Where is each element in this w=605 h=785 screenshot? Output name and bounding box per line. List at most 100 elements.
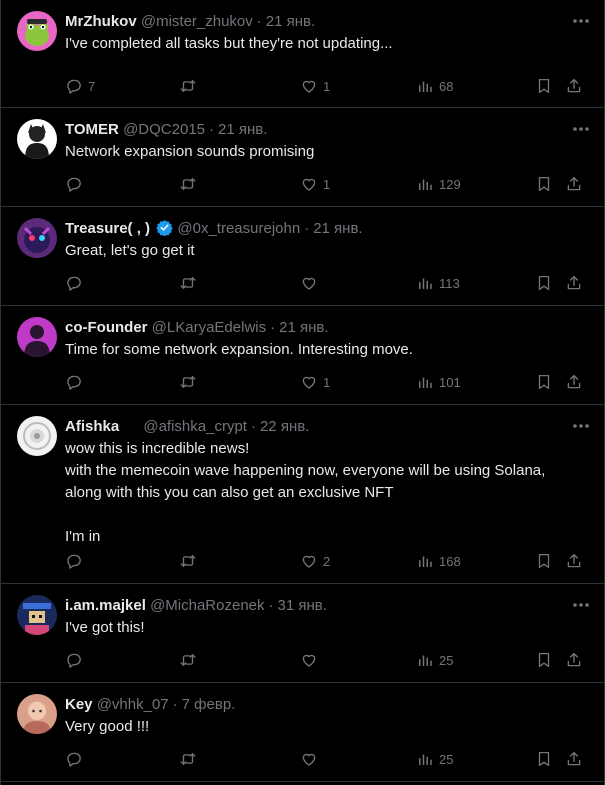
display-name[interactable]: i.am.majkel (65, 597, 146, 614)
tweet-text: Great, let's go get it (65, 242, 195, 259)
bookmark-button[interactable] (535, 172, 553, 196)
avatar[interactable] (17, 694, 57, 734)
reply-button[interactable] (65, 747, 88, 771)
avatar[interactable] (17, 119, 57, 159)
avatar[interactable] (17, 218, 57, 258)
bookmark-button[interactable] (535, 271, 553, 295)
tweet[interactable]: Afishka @afishka_crypt · 22 янв. wow this … (1, 405, 604, 584)
heart-icon (302, 753, 316, 766)
views-button[interactable]: 25 (416, 747, 453, 771)
views-button[interactable]: 168 (416, 549, 461, 573)
share-button[interactable] (565, 172, 583, 196)
tweet[interactable]: co-Founder @LKaryaEdelwis · 21 янв. Time f… (1, 306, 604, 405)
display-name[interactable]: co-Founder (65, 319, 148, 336)
like-button[interactable] (300, 648, 323, 672)
like-button[interactable]: 1 (300, 172, 330, 196)
repost-button[interactable] (179, 271, 202, 295)
user-handle[interactable]: @0x_treasurejohn (177, 220, 300, 237)
tweet[interactable]: Treasure( , ) @0x_treasurejohn · 21 янв. G… (1, 207, 604, 306)
tweet-text: Network expansion sounds promising (65, 143, 315, 160)
views-button[interactable]: 68 (416, 74, 453, 98)
timestamp[interactable]: 21 янв. (313, 220, 362, 237)
display-name[interactable]: MrZhukov (65, 13, 137, 30)
timestamp[interactable]: 21 янв. (218, 121, 267, 138)
timestamp[interactable]: 7 февр. (182, 696, 236, 713)
reply-icon (67, 554, 81, 569)
display-name[interactable]: Key (65, 696, 93, 713)
more-options-icon[interactable] (570, 417, 592, 435)
bookmark-button[interactable] (535, 648, 553, 672)
bookmark-button[interactable] (535, 370, 553, 394)
repost-button[interactable] (179, 172, 202, 196)
tweet-text: I've completed all tasks but they're not… (65, 35, 393, 52)
reply-button[interactable] (65, 172, 88, 196)
timestamp[interactable]: 22 янв. (260, 418, 309, 435)
user-handle[interactable]: @DQC2015 (123, 121, 205, 138)
like-button[interactable]: 2 (300, 549, 330, 573)
timestamp[interactable]: 21 янв. (266, 13, 315, 30)
like-button[interactable] (300, 271, 323, 295)
user-handle[interactable]: @vhhk_07 (97, 696, 169, 713)
repost-button[interactable] (179, 747, 202, 771)
heart-icon (302, 277, 316, 290)
user-handle[interactable]: @MichaRozenek (150, 597, 264, 614)
repost-button[interactable] (179, 648, 202, 672)
share-button[interactable] (565, 549, 583, 573)
bookmark-icon (538, 553, 550, 569)
views-button[interactable]: 129 (416, 172, 461, 196)
views-button[interactable]: 113 (416, 271, 460, 295)
reply-button[interactable] (65, 370, 88, 394)
bookmark-button[interactable] (535, 74, 553, 98)
pixel-art-avatar-icon (17, 595, 57, 635)
reply-button[interactable] (65, 271, 88, 295)
separator-dot: · (209, 121, 215, 138)
tweet[interactable]: i.am.majkel @MichaRozenek · 31 янв. I've g… (1, 584, 604, 683)
views-button[interactable]: 25 (416, 648, 453, 672)
user-handle[interactable]: @LKaryaEdelwis (152, 319, 266, 336)
views-chart-icon (419, 754, 432, 765)
reply-button[interactable] (65, 648, 88, 672)
share-button[interactable] (565, 370, 583, 394)
share-button[interactable] (565, 747, 583, 771)
display-name[interactable]: TOMER (65, 121, 119, 138)
repost-button[interactable] (179, 370, 202, 394)
display-name[interactable]: Afishka (65, 418, 119, 435)
reply-button[interactable] (65, 549, 88, 573)
bookmark-icon (538, 374, 550, 390)
avatar[interactable] (17, 595, 57, 635)
repost-button[interactable] (179, 74, 202, 98)
bookmark-button[interactable] (535, 747, 553, 771)
tweet[interactable]: MrZhukov @mister_zhukov · 21 янв. I've com… (1, 0, 604, 108)
like-button[interactable]: 1 (300, 370, 330, 394)
share-button[interactable] (565, 648, 583, 672)
like-button[interactable]: 1 (300, 74, 330, 98)
tweet[interactable]: TOMER @DQC2015 · 21 янв. Network expansion… (1, 108, 604, 207)
avatar[interactable] (17, 317, 57, 357)
like-button[interactable] (300, 747, 323, 771)
more-options-icon[interactable] (570, 120, 592, 138)
bookmark-button[interactable] (535, 549, 553, 573)
reply-button[interactable]: 7 (65, 74, 95, 98)
repost-icon (180, 80, 196, 92)
user-handle[interactable]: @afishka_crypt (143, 418, 247, 435)
avatar[interactable] (17, 416, 57, 456)
more-options-icon[interactable] (570, 596, 592, 614)
heart-icon (302, 555, 316, 568)
repost-button[interactable] (179, 549, 202, 573)
display-name[interactable]: Treasure( , ) (65, 220, 150, 237)
bookmark-icon (538, 78, 550, 94)
avatar[interactable] (17, 11, 57, 51)
user-handle[interactable]: @mister_zhukov (141, 13, 253, 30)
views-button[interactable]: 101 (416, 370, 461, 394)
share-button[interactable] (565, 74, 583, 98)
tweet-header: Afishka @afishka_crypt · 22 янв. (65, 417, 560, 437)
more-options-icon[interactable] (570, 12, 592, 30)
tweet-header: co-Founder @LKaryaEdelwis · 21 янв. (65, 318, 560, 338)
repost-icon (180, 178, 196, 190)
tweet[interactable]: Key @vhhk_07 · 7 февр. Very good !!! 25 (1, 683, 604, 782)
share-button[interactable] (565, 271, 583, 295)
like-count: 1 (323, 78, 331, 94)
timestamp[interactable]: 31 янв. (278, 597, 327, 614)
repost-icon (180, 277, 196, 289)
timestamp[interactable]: 21 янв. (279, 319, 328, 336)
